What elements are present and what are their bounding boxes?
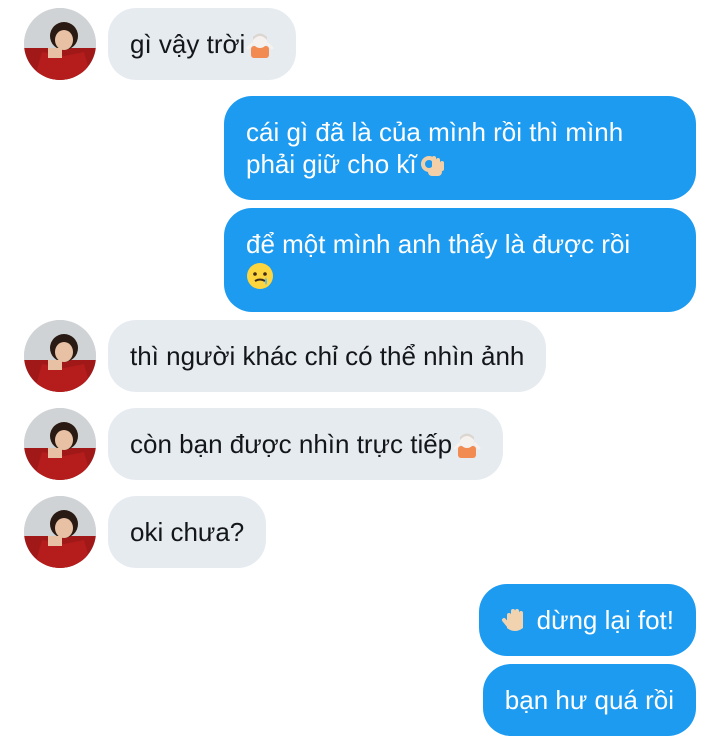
message-text-line: cái gì đã là của mình rồi thì mình	[246, 117, 624, 147]
message-bubble-outgoing[interactable]: bạn hư quá rồi	[482, 664, 696, 736]
message-text: dừng lại fot!	[536, 605, 674, 635]
message-bubble-outgoing[interactable]: để một mình anh thấy là được rồi	[224, 208, 696, 312]
ok-hand-icon	[418, 150, 446, 178]
message-bubble-incoming[interactable]: gì vậy trời	[108, 8, 297, 80]
message-bubble-incoming[interactable]: oki chưa?	[108, 496, 267, 568]
avatar[interactable]	[24, 320, 96, 392]
message-text: gì vậy trời	[130, 29, 246, 59]
message-text: oki chưa?	[130, 517, 245, 547]
message-bubble-outgoing[interactable]: dừng lại fot!	[478, 584, 696, 656]
message-text: bạn hư quá rồi	[504, 685, 674, 715]
person-shrugging-icon	[453, 430, 481, 458]
message-bubble-outgoing[interactable]: cái gì đã là của mình rồi thì mình phải …	[224, 96, 696, 200]
message-bubble-incoming[interactable]: thì người khác chỉ có thể nhìn ảnh	[108, 320, 547, 392]
avatar[interactable]	[24, 496, 96, 568]
message-text-line: để một mình anh thấy là được rồi	[246, 229, 631, 259]
raised-hand-icon	[501, 606, 529, 634]
message-bubble-incoming[interactable]: còn bạn được nhìn trực tiếp	[108, 408, 504, 480]
face-holding-back-tears-icon	[246, 262, 274, 290]
message-text-line: phải giữ cho kĩ	[246, 149, 417, 179]
person-shrugging-icon	[246, 30, 274, 58]
avatar[interactable]	[24, 408, 96, 480]
message-text: còn bạn được nhìn trực tiếp	[130, 429, 453, 459]
message-text: thì người khác chỉ có thể nhìn ảnh	[130, 341, 525, 371]
avatar[interactable]	[24, 8, 96, 80]
